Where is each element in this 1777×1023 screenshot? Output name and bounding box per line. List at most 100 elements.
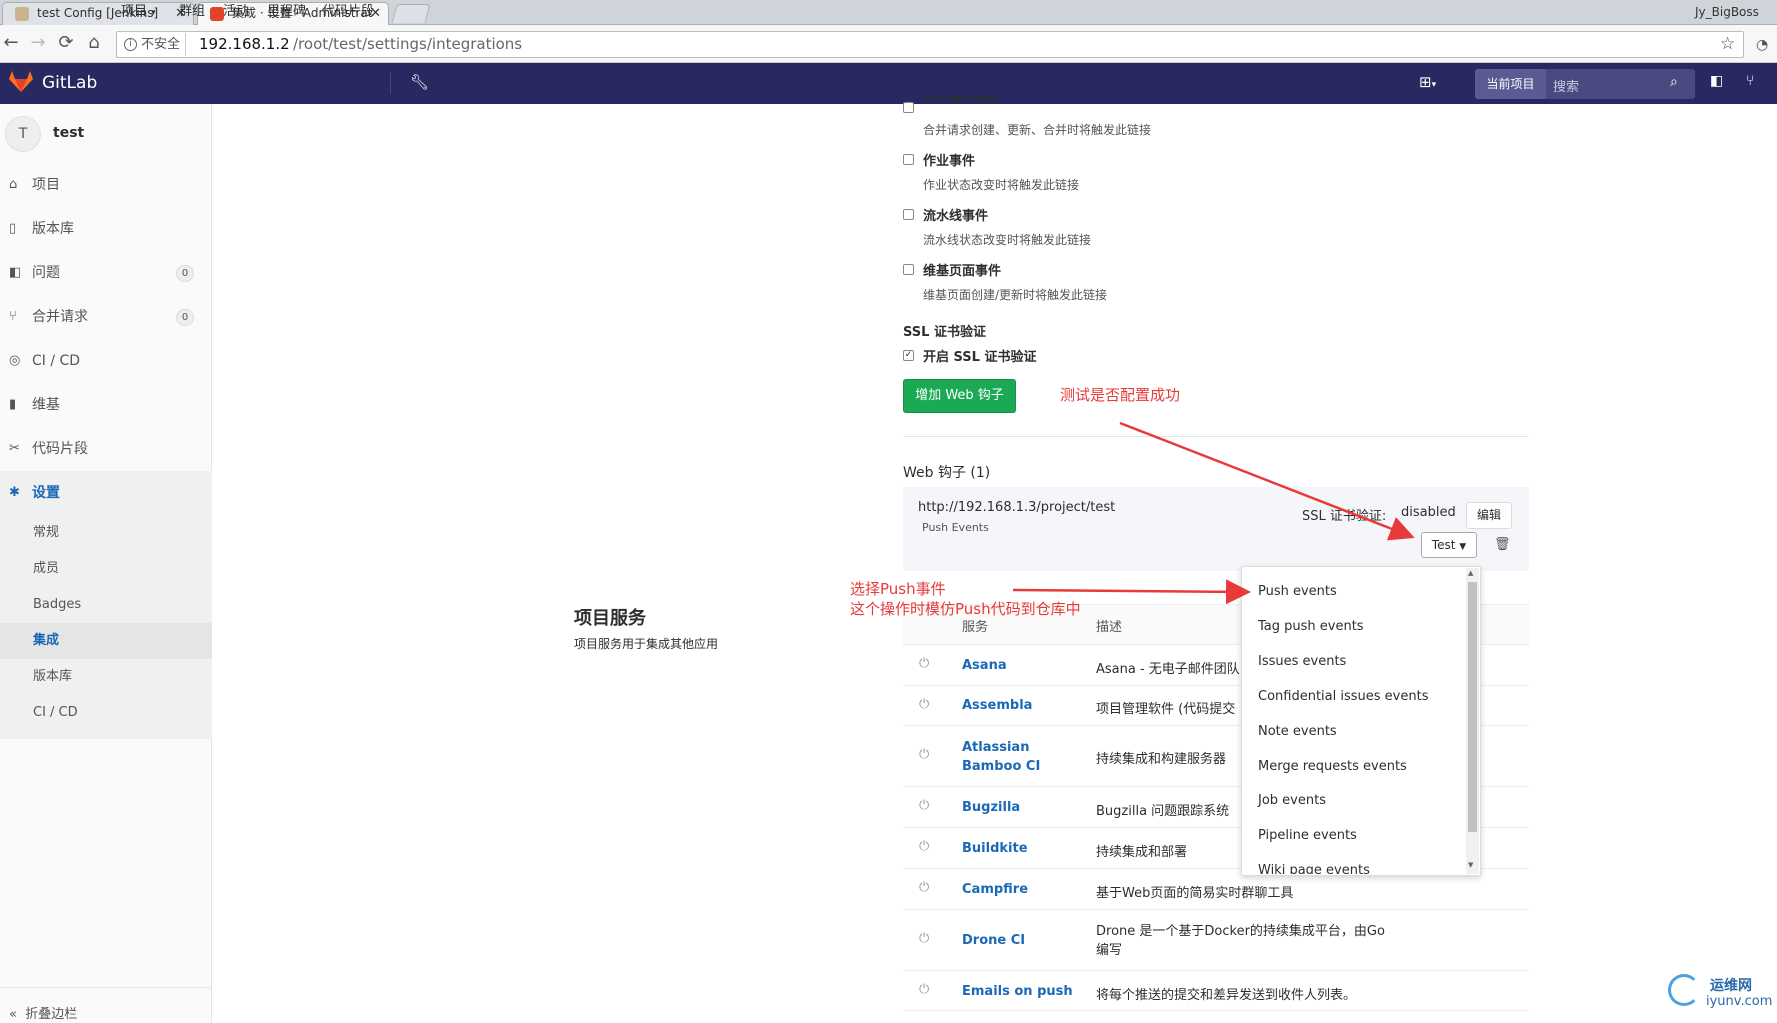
rocket-icon: ◎ bbox=[9, 353, 21, 368]
watermark-logo-icon bbox=[1668, 974, 1700, 1006]
service-name[interactable]: Campfire bbox=[962, 882, 1028, 897]
service-name[interactable]: Emails on push bbox=[962, 984, 1073, 999]
sidebar-item-wiki[interactable]: ▮ 维基 bbox=[0, 383, 212, 427]
settings-sub-general[interactable]: 常规 bbox=[0, 515, 212, 551]
scrollbar-thumb[interactable] bbox=[1468, 582, 1477, 832]
back-arrow-icon[interactable]: ← bbox=[0, 33, 22, 53]
nav-snippets[interactable]: 代码片段 bbox=[322, 0, 374, 19]
nav-groups[interactable]: 群组 bbox=[179, 0, 205, 19]
collapse-sidebar-button[interactable]: « 折叠边栏 bbox=[9, 1003, 77, 1022]
service-name[interactable]: Asana bbox=[962, 658, 1007, 673]
sidebar-item-snippets[interactable]: ✂ 代码片段 bbox=[0, 427, 212, 471]
event-label: 合并请求事件 bbox=[923, 96, 1002, 104]
merge-request-icon[interactable]: ⑂ bbox=[1746, 73, 1754, 89]
admin-wrench-icon[interactable]: 🔧︎ bbox=[410, 73, 429, 91]
nav-projects[interactable]: 项目 ▾ bbox=[121, 0, 156, 19]
issues-icon[interactable]: ◧ bbox=[1710, 73, 1723, 89]
project-avatar[interactable]: T bbox=[5, 116, 41, 152]
service-desc: 项目管理软件 (代码提交 bbox=[1096, 702, 1236, 717]
url-host: 192.168.1.2 bbox=[199, 35, 290, 53]
service-name[interactable]: Drone CI bbox=[962, 933, 1025, 948]
dropdown-item-job-events[interactable]: Job events bbox=[1258, 793, 1326, 808]
event-checkbox-jobs[interactable] bbox=[903, 154, 914, 165]
service-name[interactable]: Atlassian Bamboo CI bbox=[962, 738, 1042, 776]
gitlab-logo-icon[interactable] bbox=[9, 71, 33, 93]
event-checkbox-merge-requests[interactable] bbox=[903, 102, 914, 113]
reload-icon[interactable]: ⟳ bbox=[55, 33, 77, 53]
double-chevron-left-icon: « bbox=[9, 1007, 17, 1022]
caret-down-icon: ▼ bbox=[1459, 542, 1467, 552]
sidebar-item-label: 设置 bbox=[32, 485, 60, 501]
nav-milestones[interactable]: 里程碑 bbox=[267, 0, 306, 19]
search-icon[interactable]: ⌕ bbox=[1670, 74, 1678, 90]
power-icon: ⏻ bbox=[919, 982, 930, 997]
nav-divider bbox=[390, 72, 391, 94]
services-subtitle: 项目服务用于集成其他应用 bbox=[574, 637, 719, 651]
scroll-down-arrow-icon[interactable]: ▼ bbox=[1468, 861, 1473, 869]
settings-sub-ci-cd[interactable]: CI / CD bbox=[0, 695, 212, 731]
project-name[interactable]: test bbox=[53, 125, 84, 141]
sidebar-item-label: 合并请求 bbox=[32, 309, 88, 325]
webhook-events: Push Events bbox=[922, 521, 989, 534]
event-checkbox-pipelines[interactable] bbox=[903, 209, 914, 220]
webhooks-title: Web 钩子 (1) bbox=[903, 465, 991, 481]
test-webhook-dropdown[interactable]: Test ▼ bbox=[1421, 532, 1477, 558]
ssl-checkbox[interactable]: ✓ bbox=[903, 350, 914, 361]
event-label: 作业事件 bbox=[923, 154, 976, 169]
power-icon: ⏻ bbox=[919, 747, 930, 762]
dropdown-scrollbar[interactable]: ▲ ▼ bbox=[1466, 568, 1479, 874]
info-icon[interactable]: i bbox=[124, 38, 137, 51]
sidebar-item-project[interactable]: ⌂ 项目 bbox=[0, 163, 212, 207]
gitlab-brand[interactable]: GitLab bbox=[42, 73, 97, 93]
power-icon: ⏻ bbox=[919, 656, 930, 671]
sidebar-item-issues[interactable]: ◧ 问题 0 bbox=[0, 251, 212, 295]
bookmark-star-icon[interactable]: ☆ bbox=[1720, 32, 1735, 57]
scroll-up-arrow-icon[interactable]: ▲ bbox=[1468, 569, 1473, 577]
dropdown-item-merge-requests-events[interactable]: Merge requests events bbox=[1258, 759, 1407, 774]
dropdown-item-pipeline-events[interactable]: Pipeline events bbox=[1258, 828, 1357, 843]
dropdown-item-wiki-page-events[interactable]: Wiki page events bbox=[1258, 863, 1370, 874]
nav-activity[interactable]: 活动 bbox=[223, 0, 249, 19]
event-desc: 流水线状态改变时将触发此链接 bbox=[923, 233, 1092, 247]
sidebar-item-repository[interactable]: ▯ 版本库 bbox=[0, 207, 212, 251]
sidebar-item-label: 代码片段 bbox=[32, 441, 88, 457]
extension-icon[interactable]: ◔ bbox=[1756, 37, 1768, 53]
settings-sub-badges[interactable]: Badges bbox=[0, 587, 212, 623]
browser-tab-jenkins[interactable]: test Config [Jenkins] ✕ bbox=[2, 2, 194, 25]
new-tab-button[interactable] bbox=[391, 4, 431, 23]
service-name[interactable]: Assembla bbox=[962, 698, 1032, 713]
dropdown-item-confidential-issues-events[interactable]: Confidential issues events bbox=[1258, 689, 1428, 704]
dropdown-item-note-events[interactable]: Note events bbox=[1258, 724, 1337, 739]
address-bar[interactable]: i 不安全 192.168.1.2 /root/test/settings/in… bbox=[116, 31, 1744, 58]
webhook-ssl-value: disabled bbox=[1401, 505, 1456, 520]
test-events-dropdown-menu: Push events Tag push events Issues event… bbox=[1241, 566, 1481, 876]
dropdown-item-issues-events[interactable]: Issues events bbox=[1258, 654, 1346, 669]
nav-projects-label: 项目 bbox=[121, 4, 148, 19]
test-label: Test bbox=[1431, 538, 1456, 552]
forward-arrow-icon[interactable]: → bbox=[27, 33, 49, 53]
trash-icon[interactable]: 🗑︎ bbox=[1494, 537, 1511, 552]
service-name[interactable]: Bugzilla bbox=[962, 800, 1020, 815]
service-desc: 基于Web页面的简易实时群聊工具 bbox=[1096, 886, 1294, 901]
power-icon: ⏻ bbox=[919, 798, 930, 813]
settings-sub-integrations[interactable]: 集成 bbox=[0, 623, 212, 659]
settings-sub-repository[interactable]: 版本库 bbox=[0, 659, 212, 695]
dropdown-item-push-events[interactable]: Push events bbox=[1258, 584, 1337, 599]
dropdown-item-tag-push-events[interactable]: Tag push events bbox=[1258, 619, 1364, 634]
sidebar-item-ci-cd[interactable]: ◎ CI / CD bbox=[0, 339, 212, 383]
event-label: 流水线事件 bbox=[923, 209, 989, 224]
edit-webhook-button[interactable]: 编辑 bbox=[1466, 502, 1512, 529]
settings-sub-members[interactable]: 成员 bbox=[0, 551, 212, 587]
event-desc: 维基页面创建/更新时将触发此链接 bbox=[923, 288, 1108, 302]
sidebar-item-settings[interactable]: ✱ 设置 bbox=[0, 471, 212, 515]
security-label: 不安全 bbox=[141, 37, 181, 52]
new-plus-icon[interactable]: ⊞▾ bbox=[1419, 73, 1436, 91]
file-icon: ▯ bbox=[9, 221, 17, 236]
add-webhook-button[interactable]: 增加 Web 钩子 bbox=[903, 379, 1016, 413]
home-icon[interactable]: ⌂ bbox=[83, 33, 105, 53]
current-project-scope[interactable]: 当前项目 bbox=[1475, 69, 1546, 99]
service-name[interactable]: Buildkite bbox=[962, 841, 1028, 856]
event-checkbox-wiki[interactable] bbox=[903, 264, 914, 275]
sidebar-item-merge-requests[interactable]: ⑂ 合并请求 0 bbox=[0, 295, 212, 339]
sidebar-footer-divider bbox=[0, 987, 212, 988]
